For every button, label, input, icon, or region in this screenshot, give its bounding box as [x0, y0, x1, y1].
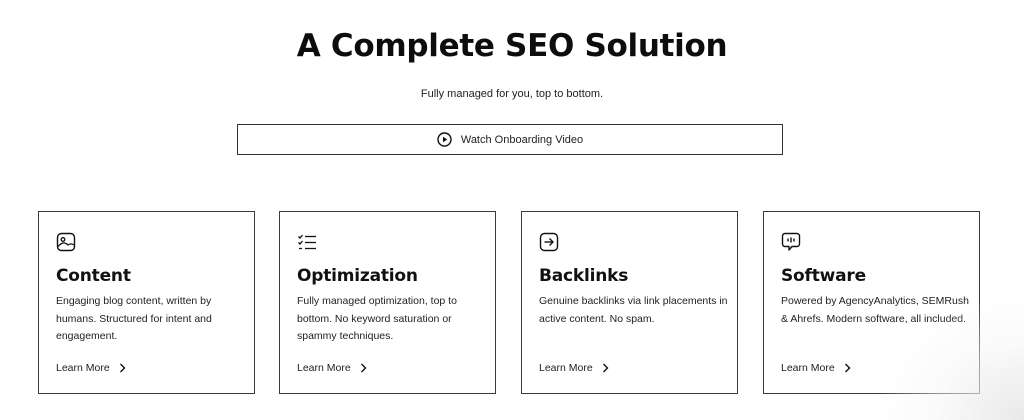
arrow-right-box-icon	[539, 232, 559, 252]
learn-more-link[interactable]: Learn More	[539, 362, 609, 374]
card-title: Content	[56, 266, 131, 286]
card-description: Genuine backlinks via link placements in…	[539, 295, 728, 325]
chevron-right-icon	[844, 363, 851, 373]
card-title: Optimization	[297, 266, 418, 286]
card-description: Engaging blog content, written by humans…	[56, 295, 212, 342]
card-title: Software	[781, 266, 866, 286]
play-circle-icon	[437, 132, 452, 147]
chevron-right-icon	[602, 363, 609, 373]
watch-onboarding-video-label: Watch Onboarding Video	[460, 133, 584, 146]
card-software: Software Powered by AgencyAnalytics, SEM…	[763, 211, 980, 394]
card-description: Fully managed optimization, top to botto…	[297, 295, 457, 342]
page-subtitle: Fully managed for you, top to bottom.	[420, 88, 604, 100]
learn-more-link[interactable]: Learn More	[781, 362, 851, 374]
learn-more-label: Learn More	[539, 362, 593, 374]
card-description: Powered by AgencyAnalytics, SEMRush & Ah…	[781, 295, 969, 325]
chat-bubble-icon	[781, 232, 801, 252]
chevron-right-icon	[360, 363, 367, 373]
image-icon	[56, 232, 76, 252]
learn-more-label: Learn More	[56, 362, 110, 374]
card-optimization: Optimization Fully managed optimization,…	[279, 211, 496, 394]
card-content: Content Engaging blog content, written b…	[38, 211, 255, 394]
page-title: A Complete SEO Solution	[296, 28, 728, 64]
learn-more-label: Learn More	[297, 362, 351, 374]
chevron-right-icon	[119, 363, 126, 373]
checklist-icon	[297, 232, 317, 252]
watch-onboarding-video-button[interactable]: Watch Onboarding Video	[237, 124, 783, 155]
learn-more-label: Learn More	[781, 362, 835, 374]
card-backlinks: Backlinks Genuine backlinks via link pla…	[521, 211, 738, 394]
learn-more-link[interactable]: Learn More	[56, 362, 126, 374]
card-title: Backlinks	[539, 266, 629, 286]
learn-more-link[interactable]: Learn More	[297, 362, 367, 374]
